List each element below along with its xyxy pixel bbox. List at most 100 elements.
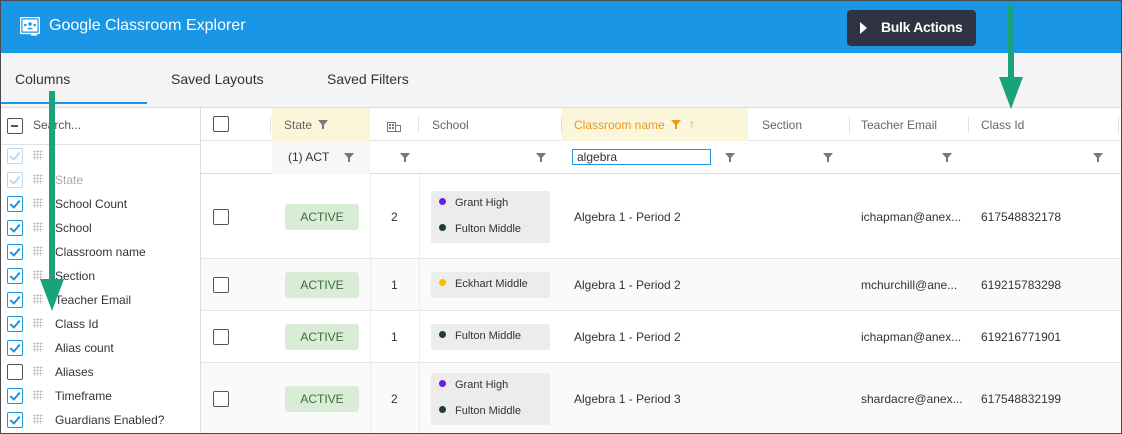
column-separator: [1118, 117, 1119, 133]
classroom-logo-icon: [20, 17, 40, 36]
column-visibility-checkbox[interactable]: [7, 364, 23, 380]
column-visibility-checkbox[interactable]: [7, 172, 23, 188]
filter-icon[interactable]: [823, 153, 833, 162]
column-visibility-checkbox[interactable]: [7, 148, 23, 164]
bulk-actions-label: Bulk Actions: [881, 19, 963, 35]
classroom-filter[interactable]: [562, 141, 748, 174]
school-chip: Grant High: [439, 197, 508, 209]
column-separator: [418, 117, 419, 133]
header-school[interactable]: School: [420, 108, 562, 141]
grid-header-row: State School Classroom name ↑ Section Te…: [201, 108, 1121, 141]
table-row[interactable]: ACTIVE 2 Grant High Fulton Middle Algebra 1 …: [201, 363, 1121, 433]
school-color-dot-icon: [439, 197, 446, 205]
column-visibility-checkbox[interactable]: [7, 292, 23, 308]
filter-icon[interactable]: [344, 153, 354, 162]
row-select-checkbox[interactable]: [213, 391, 229, 407]
header-teacher-email[interactable]: Teacher Email: [849, 108, 969, 141]
school-list: Fulton Middle: [431, 324, 550, 350]
teacher-email-cell: mchurchill@ane...: [861, 278, 958, 292]
divider: [1, 144, 201, 145]
filter-active-icon[interactable]: [671, 120, 681, 129]
tab-columns[interactable]: Columns: [15, 71, 70, 87]
app-title: Google Classroom Explorer: [49, 17, 246, 34]
column-visibility-checkbox[interactable]: [7, 268, 23, 284]
drag-handle-icon[interactable]: [33, 366, 43, 376]
classid-filter[interactable]: [969, 141, 1119, 174]
drag-handle-icon[interactable]: [33, 390, 43, 400]
class-id-cell: 617548832199: [981, 392, 1062, 406]
column-visibility-checkbox[interactable]: [7, 340, 23, 356]
filter-icon[interactable]: [725, 153, 735, 162]
state-filter[interactable]: (1) ACT: [272, 141, 370, 174]
bulk-actions-button[interactable]: Bulk Actions: [847, 10, 976, 46]
table-row[interactable]: ACTIVE 2 Grant High Fulton Middle Algebra 1 …: [201, 174, 1121, 259]
column-visibility-checkbox[interactable]: [7, 388, 23, 404]
school-color-dot-icon: [439, 279, 446, 286]
school-list: Grant High Fulton Middle: [431, 190, 550, 243]
school-color-dot-icon: [439, 331, 446, 338]
tab-bar: Columns Saved Layouts Saved Filters: [1, 53, 1121, 108]
row-select-checkbox[interactable]: [213, 208, 229, 225]
header-classid-label: Class Id: [981, 118, 1025, 132]
school-color-dot-icon: [439, 406, 446, 413]
school-chip: Grant High: [439, 379, 508, 391]
school-count-cell: 1: [391, 330, 398, 344]
class-id-cell: 617548832178: [981, 209, 1062, 224]
filter-icon[interactable]: [1093, 153, 1103, 162]
column-visibility-checkbox[interactable]: [7, 412, 23, 428]
filter-icon[interactable]: [942, 153, 952, 162]
row-select-checkbox[interactable]: [213, 277, 229, 293]
classid-filter-input[interactable]: [979, 150, 1079, 165]
table-row[interactable]: ACTIVE 1 Fulton Middle Algebra 1 - Period 2…: [201, 311, 1121, 363]
select-all-columns-checkbox[interactable]: [7, 118, 23, 134]
tab-saved-layouts[interactable]: Saved Layouts: [171, 71, 264, 87]
building-icon: [387, 122, 401, 132]
school-name: Grant High: [455, 196, 509, 209]
drag-handle-icon[interactable]: [33, 318, 43, 328]
drag-handle-icon[interactable]: [33, 342, 43, 352]
section-filter[interactable]: [750, 141, 850, 174]
email-filter-input[interactable]: [859, 150, 929, 165]
school-count-cell: 2: [391, 209, 398, 224]
header-state[interactable]: State: [272, 108, 370, 141]
header-class-id[interactable]: Class Id: [969, 108, 1119, 141]
column-visibility-checkbox[interactable]: [7, 196, 23, 212]
email-filter[interactable]: [849, 141, 969, 174]
sort-ascending-icon[interactable]: ↑: [689, 117, 695, 131]
column-visibility-checkbox[interactable]: [7, 220, 23, 236]
header-classroom-name[interactable]: Classroom name ↑: [562, 108, 748, 141]
header-state-label: State: [284, 118, 313, 132]
column-chooser-panel: StateSchool CountSchoolClassroom nameSec…: [1, 108, 201, 433]
classroom-grid: State School Classroom name ↑ Section Te…: [201, 108, 1121, 433]
app-header: Google Classroom Explorer Bulk Actions: [1, 1, 1121, 53]
column-visibility-checkbox[interactable]: [7, 316, 23, 332]
row-select-checkbox[interactable]: [213, 329, 229, 345]
school-count-cell: 1: [391, 278, 398, 292]
status-badge: ACTIVE: [285, 203, 359, 230]
drag-handle-icon[interactable]: [33, 414, 43, 424]
state-filter-value[interactable]: (1) ACT: [288, 150, 329, 165]
school-chip: Eckhart Middle: [439, 278, 528, 290]
tab-saved-filters[interactable]: Saved Filters: [327, 71, 409, 87]
school-filter[interactable]: [420, 141, 562, 174]
filter-icon[interactable]: [318, 120, 328, 129]
school-count-filter[interactable]: [371, 141, 419, 174]
select-all-rows-checkbox[interactable]: [213, 116, 229, 132]
filter-icon[interactable]: [400, 153, 410, 162]
school-count-filter-input[interactable]: [381, 150, 389, 165]
column-item-label: Guardians Enabled?: [55, 413, 165, 427]
column-visibility-checkbox[interactable]: [7, 244, 23, 260]
status-badge: ACTIVE: [285, 272, 359, 298]
filter-icon[interactable]: [536, 153, 546, 162]
status-badge: ACTIVE: [285, 324, 359, 350]
table-row[interactable]: ACTIVE 1 Eckhart Middle Algebra 1 - Period …: [201, 259, 1121, 311]
header-section[interactable]: Section: [750, 108, 850, 141]
classroom-name-cell: Algebra 1 - Period 3: [574, 392, 681, 406]
column-divider: [419, 174, 420, 433]
school-color-dot-icon: [439, 223, 446, 231]
header-school-count[interactable]: [371, 108, 419, 141]
classroom-name-cell: Algebra 1 - Period 2: [574, 278, 681, 292]
section-filter-input[interactable]: [760, 150, 808, 165]
school-chip: Fulton Middle: [439, 223, 521, 235]
classroom-filter-input[interactable]: [572, 149, 711, 165]
